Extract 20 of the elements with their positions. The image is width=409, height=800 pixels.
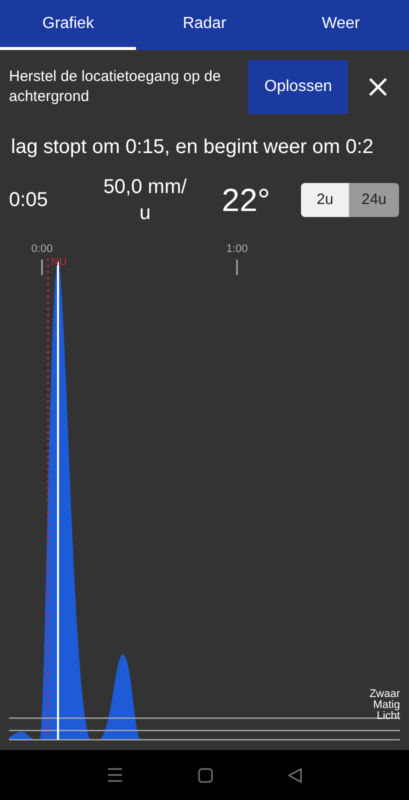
range-toggle-option[interactable]: 2u [301, 183, 349, 217]
intensity-level-label: Zwaar [369, 689, 400, 700]
close-icon[interactable] [368, 77, 388, 97]
home-square-icon[interactable] [198, 768, 213, 782]
tab[interactable]: Radar [136, 0, 273, 50]
fix-button[interactable]: Oplossen [248, 60, 348, 114]
intensity-value: 50,0 mm/u [102, 175, 188, 226]
time-value: 0:05 [9, 188, 49, 213]
back-icon[interactable] [288, 768, 302, 782]
forecast-text: lag stopt om 0:15, en begint weer om 0:2 [11, 136, 374, 158]
range-toggle-option[interactable]: 24u [349, 183, 399, 217]
time-axis-label: 1:00 [226, 244, 248, 255]
menu-icon[interactable] [107, 768, 124, 782]
tab[interactable]: Grafiek [0, 0, 136, 50]
tab[interactable]: Weer [272, 0, 409, 50]
intensity-level-label: Matig [373, 700, 400, 711]
temperature-value: 22° [220, 181, 272, 220]
banner-message: Herstel de locatietoegang op de achtergrond [9, 67, 222, 107]
time-axis-label: 0:00 [31, 244, 53, 255]
now-label: NU [51, 257, 67, 268]
